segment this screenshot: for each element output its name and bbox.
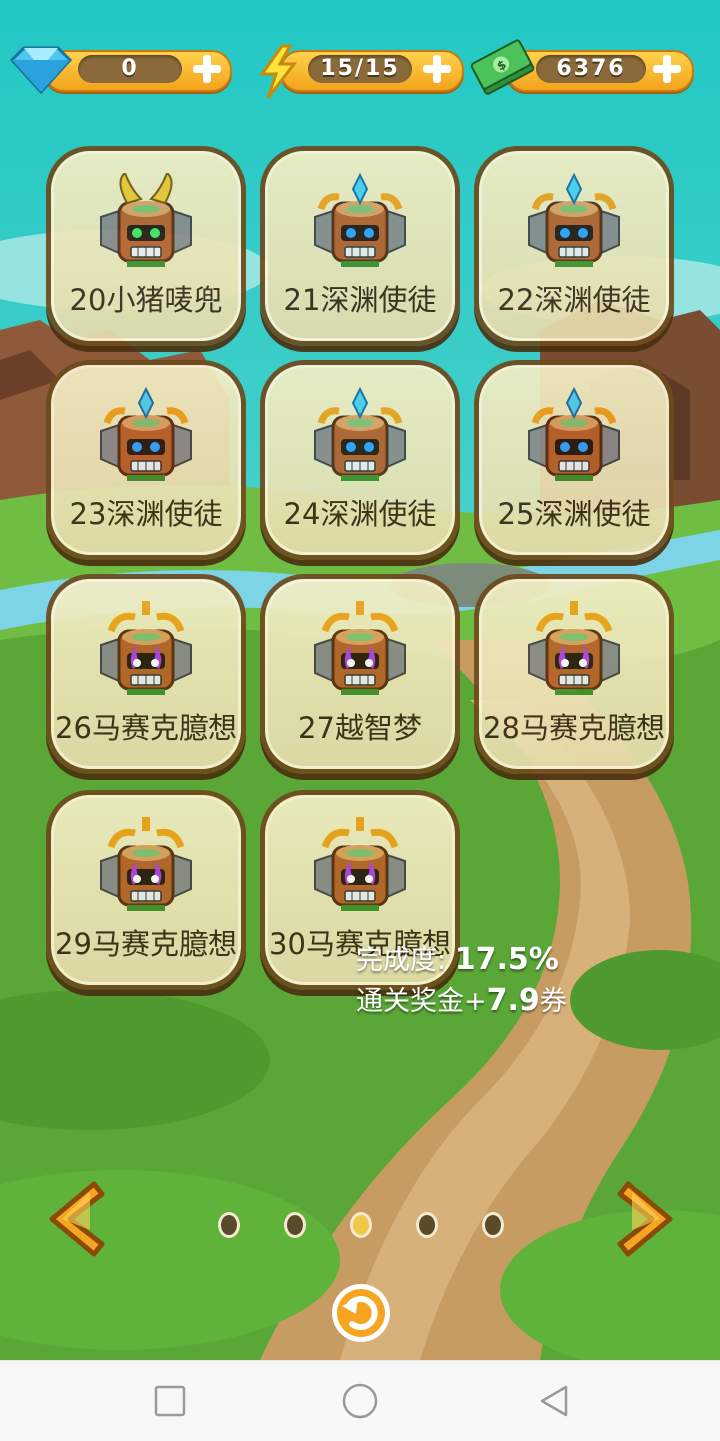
cash-counter: 6376 $ xyxy=(470,39,694,95)
level-tile[interactable]: 20小猪唛兜 xyxy=(46,146,246,346)
gem-count: 0 xyxy=(78,55,182,83)
level-label: 22深渊使徒 xyxy=(497,283,651,317)
blue-crystal-mask-icon xyxy=(314,173,406,267)
energy-count: 15/15 xyxy=(308,55,412,83)
purple-flame-mask-icon xyxy=(528,601,620,695)
purple-flame-mask-icon xyxy=(314,601,406,695)
page-dot[interactable] xyxy=(350,1212,372,1238)
level-tile[interactable]: 24深渊使徒 xyxy=(260,360,460,560)
progress-panel: 完成度: 17.5% 通关奖金+7.9券 xyxy=(356,940,567,1022)
blue-crystal-mask-icon xyxy=(100,387,192,481)
add-cash-button[interactable] xyxy=(650,52,684,86)
blue-crystal-mask-icon xyxy=(528,387,620,481)
purple-flame-mask-icon xyxy=(100,817,192,911)
level-label: 21深渊使徒 xyxy=(283,283,437,317)
level-tile[interactable]: 21深渊使徒 xyxy=(260,146,460,346)
reward-value: 7.9 xyxy=(486,983,540,1018)
add-gems-button[interactable] xyxy=(190,52,224,86)
lightning-icon xyxy=(259,44,298,99)
reward-label: 通关奖金+ xyxy=(356,986,487,1017)
cash-count: 6376 xyxy=(536,55,646,83)
level-label: 20小猪唛兜 xyxy=(69,283,223,317)
add-energy-button[interactable] xyxy=(420,52,454,86)
completion-value: 17.5% xyxy=(454,942,559,977)
return-button[interactable] xyxy=(330,1282,392,1344)
completion-label: 完成度: xyxy=(356,945,447,976)
page-dot[interactable] xyxy=(416,1212,438,1238)
level-label: 23深渊使徒 xyxy=(69,497,223,531)
level-label: 27越智梦 xyxy=(298,711,422,745)
page-indicator xyxy=(0,1212,720,1238)
home-icon[interactable] xyxy=(340,1381,380,1421)
recent-apps-icon[interactable] xyxy=(150,1381,190,1421)
level-tile[interactable]: 23深渊使徒 xyxy=(46,360,246,560)
level-tile[interactable]: 29马赛克臆想 xyxy=(46,790,246,990)
level-tile[interactable]: 25深渊使徒 xyxy=(474,360,674,560)
level-tile[interactable]: 26马赛克臆想 xyxy=(46,574,246,774)
system-nav-bar xyxy=(0,1360,720,1441)
horned-green-mask-icon xyxy=(100,173,192,267)
level-tile[interactable]: 27越智梦 xyxy=(260,574,460,774)
level-tile[interactable]: 22深渊使徒 xyxy=(474,146,674,346)
page-dot[interactable] xyxy=(482,1212,504,1238)
back-icon[interactable] xyxy=(534,1381,574,1421)
diamond-icon xyxy=(9,46,73,95)
level-tile[interactable]: 28马赛克臆想 xyxy=(474,574,674,774)
level-label: 24深渊使徒 xyxy=(283,497,437,531)
level-label: 25深渊使徒 xyxy=(497,497,651,531)
purple-flame-mask-icon xyxy=(314,817,406,911)
energy-counter: 15/15 xyxy=(256,44,464,99)
page-dot[interactable] xyxy=(284,1212,306,1238)
gem-counter: 0 xyxy=(6,44,232,95)
blue-crystal-mask-icon xyxy=(528,173,620,267)
blue-crystal-mask-icon xyxy=(314,387,406,481)
level-label: 29马赛克臆想 xyxy=(55,927,237,961)
level-label: 28马赛克臆想 xyxy=(483,711,665,745)
reward-unit: 券 xyxy=(539,986,567,1017)
page-dot[interactable] xyxy=(218,1212,240,1238)
purple-flame-mask-icon xyxy=(100,601,192,695)
level-label: 26马赛克臆想 xyxy=(55,711,237,745)
cash-icon: $ xyxy=(470,39,535,95)
